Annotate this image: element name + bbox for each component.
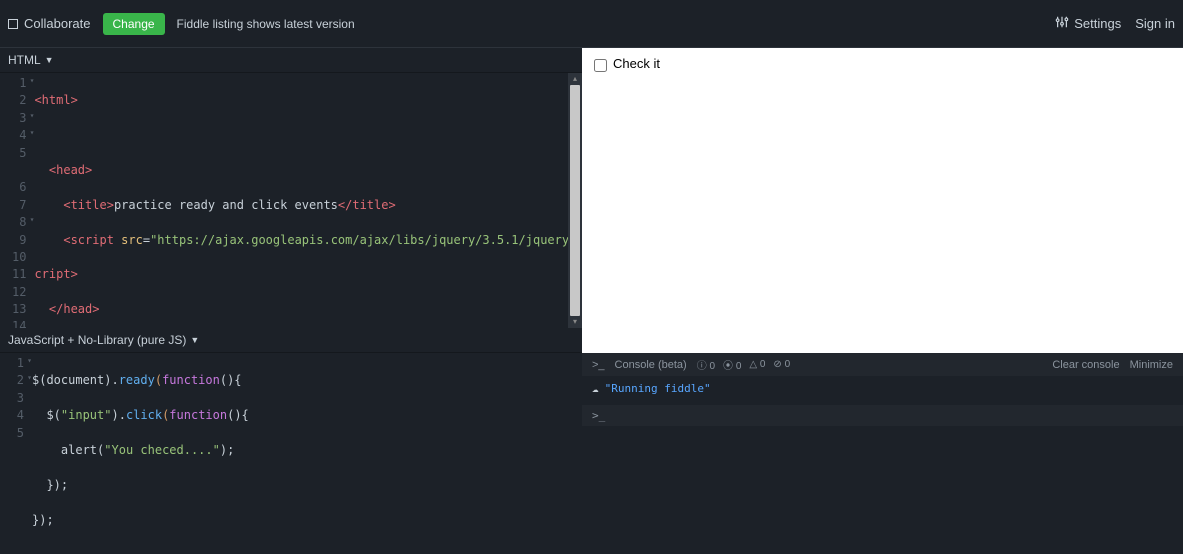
check-checkbox[interactable] [594,59,607,72]
clear-console-button[interactable]: Clear console [1052,359,1119,371]
collaborate-label: Collaborate [24,16,91,31]
cloud-icon: ☁ [592,382,599,395]
scroll-thumb[interactable] [570,85,580,316]
change-button[interactable]: Change [103,13,165,35]
topbar: Collaborate Change Fiddle listing shows … [0,0,1183,48]
signin-link[interactable]: Sign in [1135,16,1175,31]
topbar-left: Collaborate Change Fiddle listing shows … [8,13,355,35]
console-area: >_ Console (beta) ⓘ 0 ⦿ 0 △ 0 ⊘ 0 Clear … [582,353,1183,554]
js-editor[interactable]: 1▾2▾345 $(document).ready(function(){ $(… [0,353,582,554]
html-panel-header[interactable]: HTML ▼ [0,48,582,73]
collaborate-button[interactable]: Collaborate [8,16,91,31]
console-header: >_ Console (beta) ⓘ 0 ⦿ 0 △ 0 ⊘ 0 Clear … [582,353,1183,376]
topbar-right: Settings Sign in [1055,15,1175,32]
chevron-down-icon: ▼ [45,55,54,65]
checkbox-label: Check it [613,56,660,71]
html-code-lines: <html> <head> <title>practice ready and … [34,75,582,328]
scroll-down-icon: ▾ [573,317,577,327]
main: HTML ▼ 1▾23▾4▾5 678▾9101112131415 <html>… [0,48,1183,554]
preview-pane: Check it [582,48,1183,353]
left-column: HTML ▼ 1▾23▾4▾5 678▾9101112131415 <html>… [0,48,582,554]
scroll-up-icon: ▴ [573,74,577,84]
js-panel-label: JavaScript + No-Library (pure JS) [8,333,186,347]
info-count: ⓘ 0 [697,357,715,372]
html-gutter: 1▾23▾4▾5 678▾9101112131415 [0,75,34,328]
log-count: ⦿ 0 [723,357,741,372]
console-message: ☁ "Running fiddle" [592,382,1173,395]
js-gutter: 1▾2▾345 [0,355,32,554]
js-code-lines: $(document).ready(function(){ $("input")… [32,355,582,554]
html-scrollbar[interactable]: ▴ ▾ [568,73,582,328]
console-message-text: "Running fiddle" [605,382,711,395]
js-panel-header[interactable]: JavaScript + No-Library (pure JS) ▼ [0,328,582,353]
sliders-icon [1055,15,1069,32]
collaborate-icon [8,19,18,29]
html-panel-label: HTML [8,53,41,67]
settings-button[interactable]: Settings [1055,15,1121,32]
console-counts: ⓘ 0 ⦿ 0 △ 0 ⊘ 0 [697,357,790,372]
console-input-prompt[interactable]: >_ [582,405,1183,426]
console-body: ☁ "Running fiddle" [582,376,1183,401]
html-editor[interactable]: 1▾23▾4▾5 678▾9101112131415 <html> <head>… [0,73,582,328]
error-count: ⊘ 0 [773,359,790,370]
chevron-down-icon: ▼ [190,335,199,345]
console-prompt-icon: >_ [592,359,605,371]
settings-label: Settings [1074,16,1121,31]
right-column: Check it >_ Console (beta) ⓘ 0 ⦿ 0 △ 0 ⊘… [582,48,1183,554]
minimize-console-button[interactable]: Minimize [1130,359,1173,371]
warn-count: △ 0 [749,359,765,370]
console-title: Console (beta) [615,359,687,371]
listing-text: Fiddle listing shows latest version [177,17,355,31]
